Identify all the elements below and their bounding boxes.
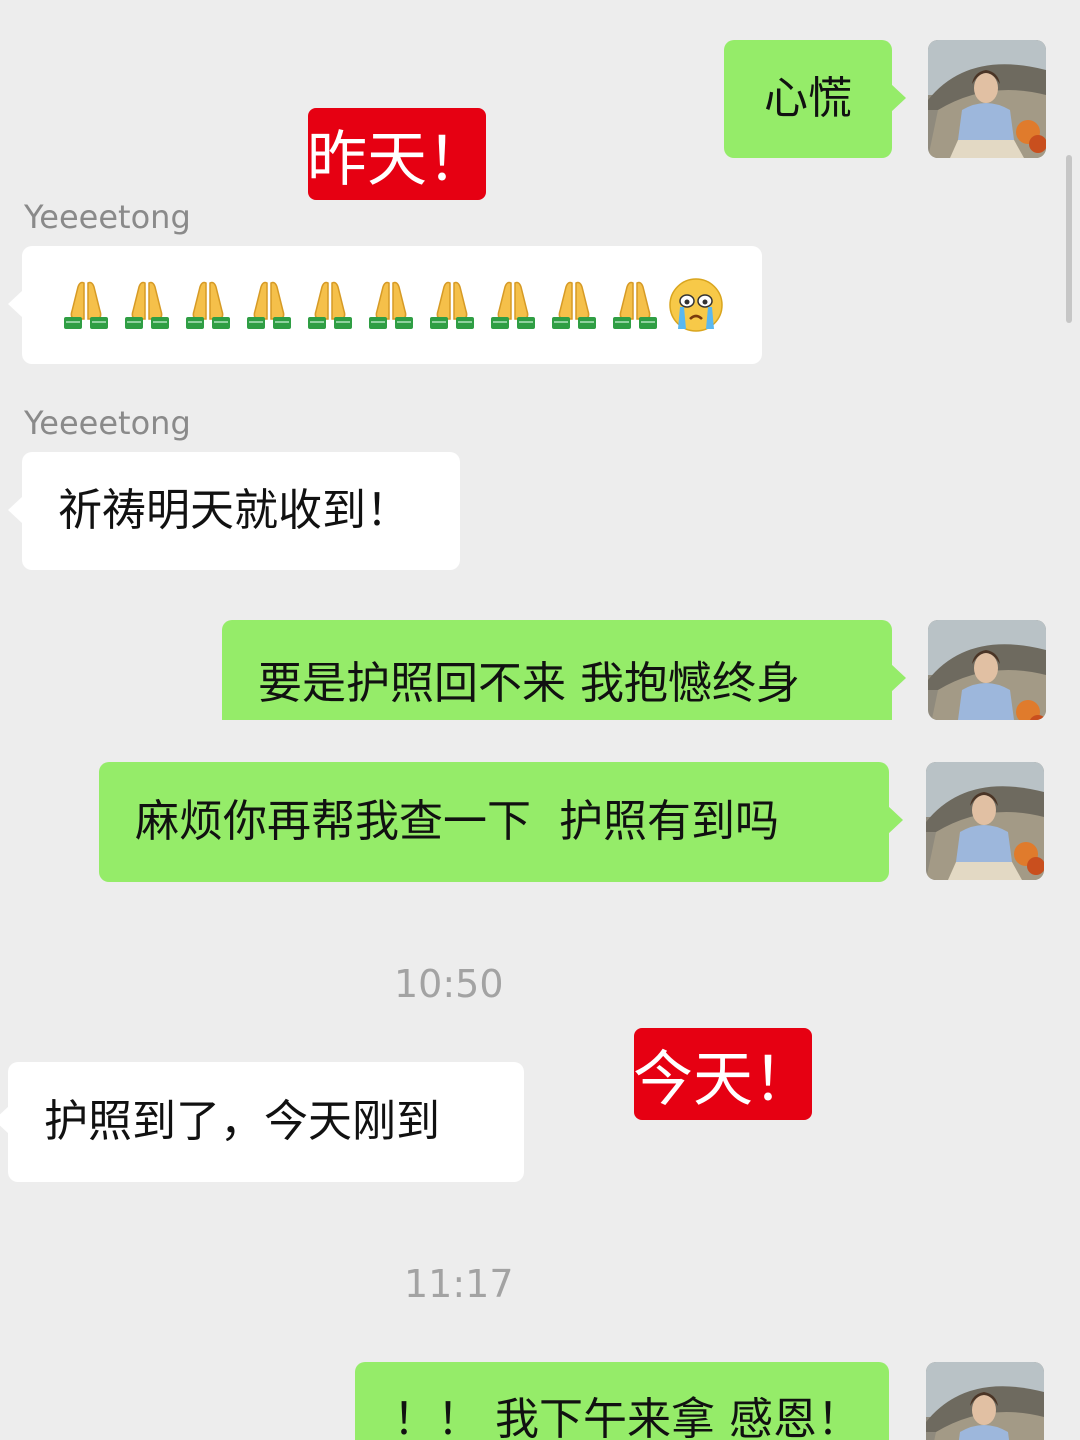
message-text: 祈祷明天就收到！ <box>58 485 410 536</box>
message-text: 心慌 <box>764 73 852 124</box>
message-bubble-outgoing[interactable]: ！！ 我下午来拿 感恩！ <box>355 1362 889 1440</box>
avatar-image <box>926 1362 1044 1440</box>
folded-hands-emoji-icon <box>119 277 175 333</box>
folded-hands-emoji-icon <box>485 277 541 333</box>
avatar-image <box>928 40 1046 158</box>
user-avatar[interactable] <box>928 620 1046 720</box>
folded-hands-emoji-icon <box>424 277 480 333</box>
folded-hands-emoji-icon <box>58 277 114 333</box>
folded-hands-emoji-icon <box>607 277 663 333</box>
folded-hands-emoji-icon <box>546 277 602 333</box>
message-bubble-outgoing[interactable]: 要是护照回不来 我抱憾终身 <box>222 620 906 720</box>
sticker-yesterday[interactable]: 昨天！ <box>307 108 487 200</box>
message-text: 要是护照回不来 我抱憾终身 <box>258 658 800 709</box>
message-bubble-outgoing[interactable]: 麻烦你再帮我查一下 护照有到吗 <box>99 762 903 882</box>
message-text: 麻烦你再帮我查一下 护照有到吗 <box>135 796 779 847</box>
scrollbar[interactable] <box>1066 155 1072 323</box>
message-text: 护照到了，今天刚到 <box>44 1096 440 1147</box>
sticker-text: 今天！ <box>633 1044 813 1115</box>
avatar-image <box>926 762 1044 880</box>
sender-name: Yeeeetong <box>24 198 191 236</box>
sticker-text: 昨天！ <box>307 124 487 195</box>
folded-hands-emoji-icon <box>180 277 236 333</box>
sticker-today[interactable]: 今天！ <box>633 1028 813 1120</box>
emoji-row <box>58 277 724 333</box>
folded-hands-emoji-icon <box>363 277 419 333</box>
user-avatar[interactable] <box>928 40 1046 158</box>
folded-hands-emoji-icon <box>241 277 297 333</box>
message-bubble-incoming[interactable]: 祈祷明天就收到！ <box>8 452 460 570</box>
timestamp: 11:17 <box>404 1262 514 1306</box>
sender-name: Yeeeetong <box>24 404 191 442</box>
user-avatar[interactable] <box>926 762 1044 880</box>
folded-hands-emoji-icon <box>302 277 358 333</box>
message-bubble-incoming[interactable]: 护照到了，今天刚到 <box>0 1062 524 1182</box>
message-bubble-incoming[interactable] <box>8 246 762 364</box>
avatar-image <box>928 620 1046 720</box>
loudly-crying-face-emoji-icon <box>668 277 724 333</box>
user-avatar[interactable] <box>926 1362 1044 1440</box>
timestamp: 10:50 <box>394 962 504 1006</box>
message-text: ！！ 我下午来拿 感恩！ <box>393 1394 861 1440</box>
message-bubble-outgoing[interactable]: 心慌 <box>724 40 906 158</box>
